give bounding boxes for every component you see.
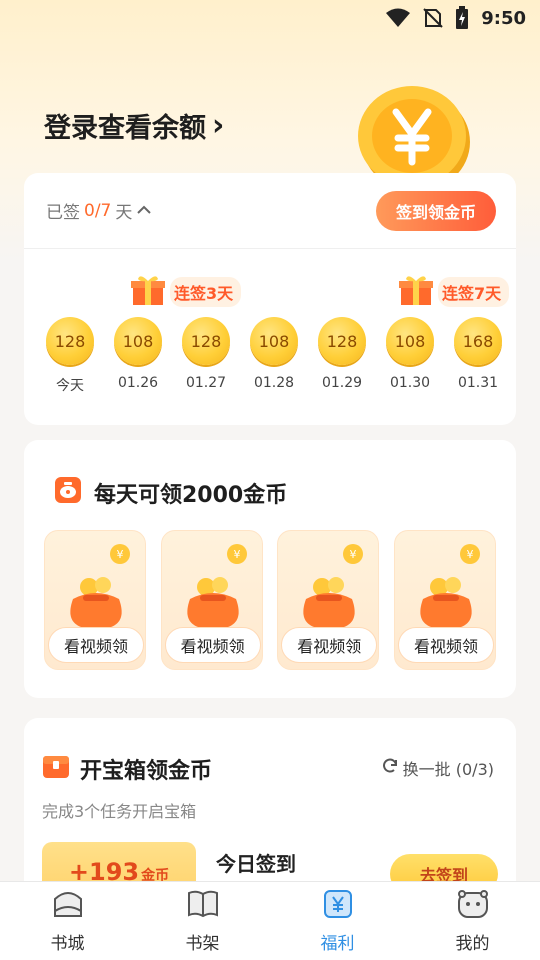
nav-label: 我的 <box>455 933 490 954</box>
checkin-card: 已签 0/7 天 签到领金币 连签3天 连签7天 128 今天 108 01.2… <box>24 173 516 425</box>
treasure-subtitle: 完成3个任务开启宝箱 <box>42 802 197 821</box>
milestone-3-days: 连签3天 <box>130 273 242 311</box>
day-date: 01.26 <box>117 375 159 391</box>
checkin-header: 已签 0/7 天 签到领金币 <box>24 173 516 249</box>
battery-charging-icon <box>455 6 469 30</box>
svg-text:¥: ¥ <box>117 548 124 561</box>
gift-icon <box>130 273 166 311</box>
milestone-7-days: 连签7天 <box>398 273 510 311</box>
no-sim-icon <box>423 7 443 29</box>
treasure-box-icon <box>42 752 70 786</box>
money-bag-icon <box>65 577 127 633</box>
nav-item-profile[interactable]: 我的 <box>423 889 523 954</box>
bookstore-icon <box>52 889 84 923</box>
day-item: 168 01.31 <box>452 317 504 395</box>
welfare-icon <box>323 889 353 923</box>
day-coin-value: 168 <box>454 317 502 365</box>
day-coin-value: 128 <box>46 317 94 365</box>
chevron-right-icon: › <box>212 108 225 143</box>
nav-item-welfare[interactable]: 福利 <box>288 889 388 954</box>
signed-prefix: 已签 <box>46 203 80 223</box>
video-items: ¥ 看视频领 ¥ 看视频领 ¥ 看视频领 ¥ 看视频领 <box>44 530 496 670</box>
status-bar: 9:50 <box>0 0 540 36</box>
task-name: 今日签到 <box>216 852 296 876</box>
svg-text:¥: ¥ <box>466 548 473 561</box>
day-item: 128 今天 <box>44 317 96 395</box>
wifi-icon <box>385 8 411 28</box>
nav-label: 福利 <box>320 933 355 954</box>
day-item: 128 01.27 <box>180 317 232 395</box>
gift-icon <box>398 273 434 311</box>
signed-days[interactable]: 已签 0/7 天 <box>46 198 152 223</box>
day-date: 01.29 <box>321 375 363 391</box>
day-item: 108 01.30 <box>384 317 436 395</box>
money-bag-icon <box>182 577 244 633</box>
video-reward-card: 每天可领2000金币 ¥ 看视频领 ¥ 看视频领 ¥ 看视频领 ¥ 看视频领 <box>24 440 516 698</box>
watch-video-label: 看视频领 <box>164 627 261 663</box>
day-date: 01.31 <box>457 375 499 391</box>
treasure-title-text: 开宝箱领金币 <box>80 759 213 784</box>
refresh-batch-button[interactable]: 换一批 (0/3) <box>381 756 494 780</box>
coin-icon: ¥ <box>342 543 364 569</box>
sign-in-button[interactable]: 签到领金币 <box>376 190 496 231</box>
bottom-navigation: 书城 书架 福利 我的 <box>0 881 540 960</box>
day-date: 今天 <box>56 378 84 394</box>
nav-label: 书架 <box>185 933 220 954</box>
milestone-label: 连签7天 <box>438 277 510 307</box>
svg-text:¥: ¥ <box>233 548 240 561</box>
nav-item-bookshelf[interactable]: 书架 <box>153 889 253 954</box>
coin-icon: ¥ <box>109 543 131 569</box>
day-coin-value: 128 <box>318 317 366 365</box>
coin-icon: ¥ <box>459 543 481 569</box>
bookshelf-icon <box>186 889 220 923</box>
video-title-text: 每天可领2000金币 <box>94 483 288 508</box>
nav-item-bookstore[interactable]: 书城 <box>18 889 118 954</box>
day-coin-value: 108 <box>114 317 162 365</box>
day-coin-value: 108 <box>250 317 298 365</box>
svg-text:¥: ¥ <box>350 548 357 561</box>
nav-label: 书城 <box>50 933 85 954</box>
watch-video-label: 看视频领 <box>281 627 378 663</box>
signed-count: 0/7 <box>84 200 112 221</box>
login-text: 登录查看余额 <box>44 113 206 144</box>
day-date: 01.27 <box>185 375 227 391</box>
milestone-label: 连签3天 <box>170 277 242 307</box>
money-bag-icon <box>415 577 477 633</box>
day-item: 108 01.26 <box>112 317 164 395</box>
day-item: 108 01.28 <box>248 317 300 395</box>
video-reward-item[interactable]: ¥ 看视频领 <box>160 530 263 670</box>
money-bag-icon <box>298 577 360 633</box>
day-coin-value: 128 <box>182 317 230 365</box>
refresh-label: 换一批 (0/3) <box>402 760 494 779</box>
treasure-title: 开宝箱领金币 <box>42 752 212 786</box>
day-date: 01.28 <box>253 375 295 391</box>
refresh-icon <box>381 757 399 779</box>
video-reward-item[interactable]: ¥ 看视频领 <box>44 530 146 670</box>
video-reward-item[interactable]: ¥ 看视频领 <box>393 530 496 670</box>
watch-video-label: 看视频领 <box>48 627 144 663</box>
video-section-title: 每天可领2000金币 <box>54 476 287 510</box>
coin-icon: ¥ <box>226 543 248 569</box>
day-date: 01.30 <box>389 375 431 391</box>
watch-video-label: 看视频领 <box>397 627 494 663</box>
status-time: 9:50 <box>481 7 526 29</box>
day-coin-value: 108 <box>386 317 434 365</box>
piggy-bank-icon <box>54 476 82 510</box>
signed-suffix: 天 <box>115 203 133 223</box>
day-item: 128 01.29 <box>316 317 368 395</box>
checkin-days: 128 今天 108 01.26 128 01.27 108 01.28 128… <box>44 317 504 395</box>
login-link[interactable]: 登录查看余额 › <box>44 106 224 145</box>
video-reward-item[interactable]: ¥ 看视频领 <box>277 530 380 670</box>
profile-icon <box>456 889 490 923</box>
chevron-up-icon <box>136 201 152 221</box>
